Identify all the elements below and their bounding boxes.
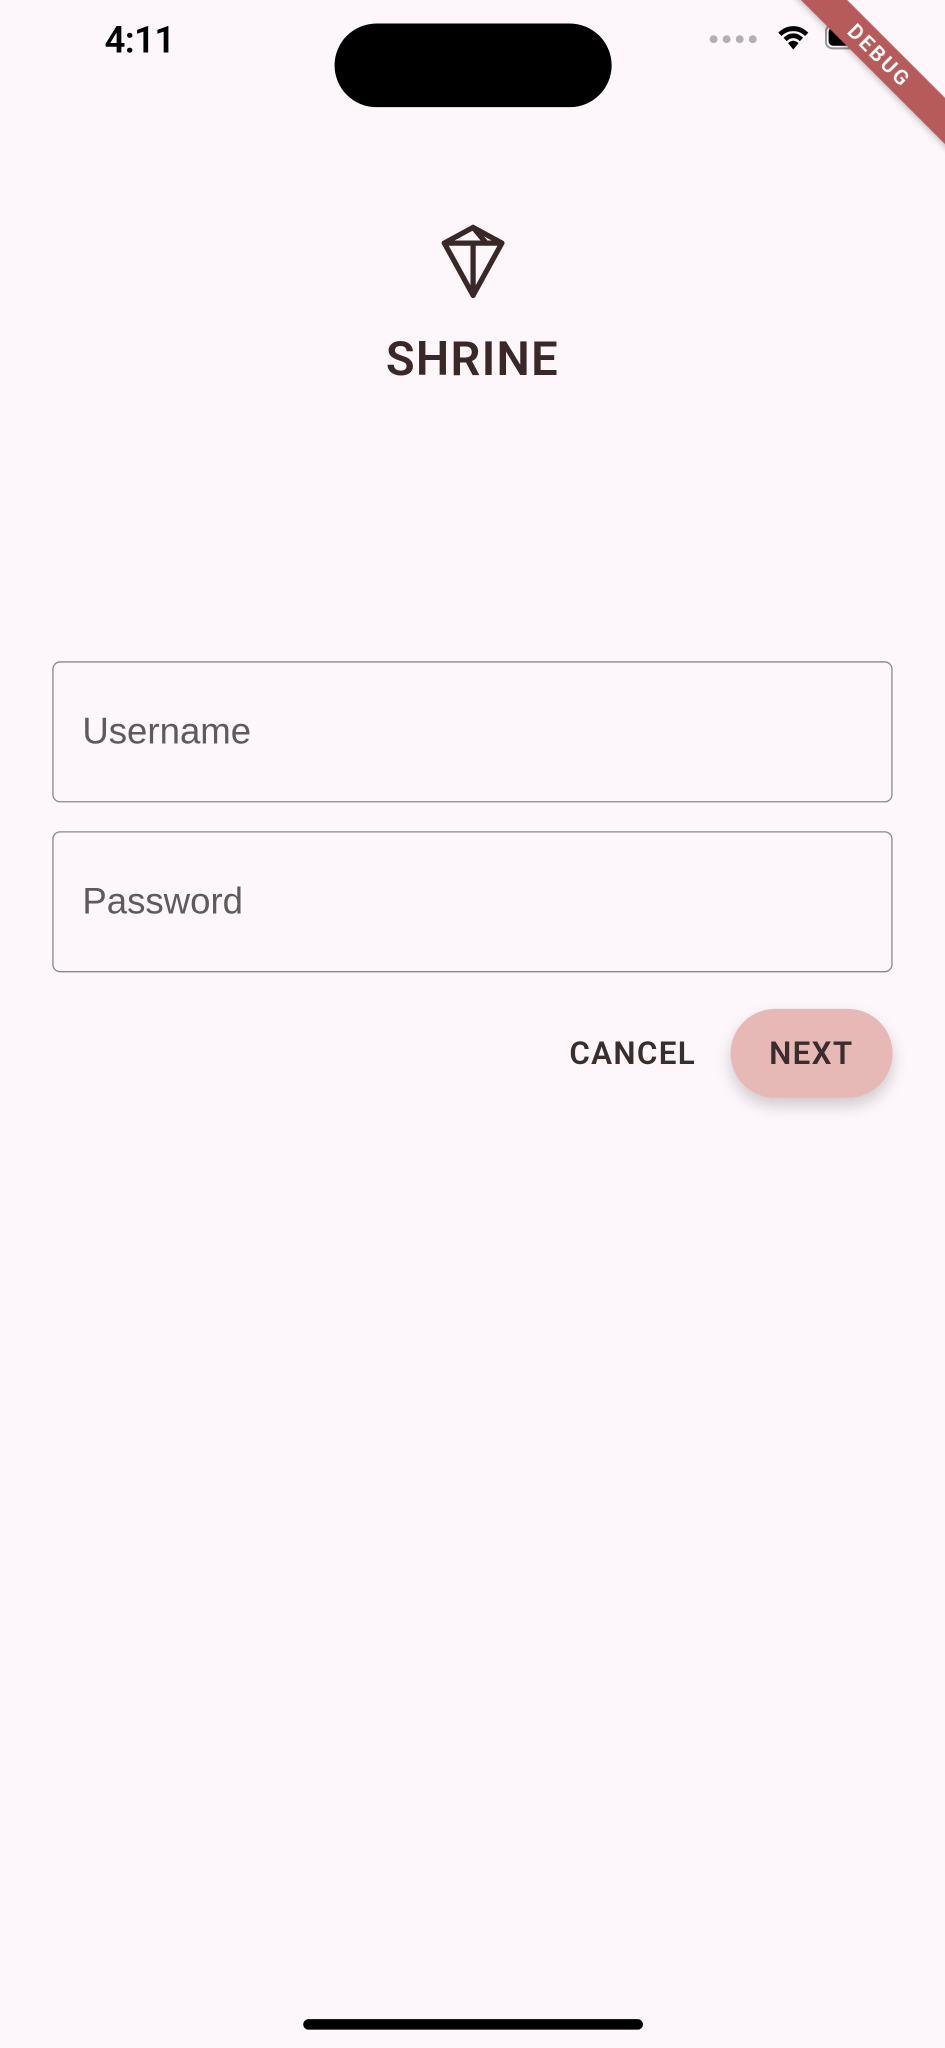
- cellular-icon: [710, 35, 757, 43]
- status-time: 4:11: [105, 18, 175, 61]
- diamond-icon: [438, 222, 506, 306]
- app-title: SHRINE: [386, 332, 559, 387]
- wifi-icon: [775, 22, 812, 56]
- password-field[interactable]: [52, 831, 892, 972]
- home-indicator: [303, 2019, 643, 2029]
- cancel-button[interactable]: CANCEL: [541, 1012, 725, 1096]
- username-field[interactable]: [52, 661, 892, 802]
- button-row: CANCEL NEXT: [52, 1009, 892, 1098]
- next-button[interactable]: NEXT: [730, 1009, 893, 1098]
- logo-wrap: SHRINE: [52, 222, 892, 387]
- dynamic-island: [334, 24, 611, 108]
- login-content: SHRINE CANCEL NEXT: [52, 222, 892, 1098]
